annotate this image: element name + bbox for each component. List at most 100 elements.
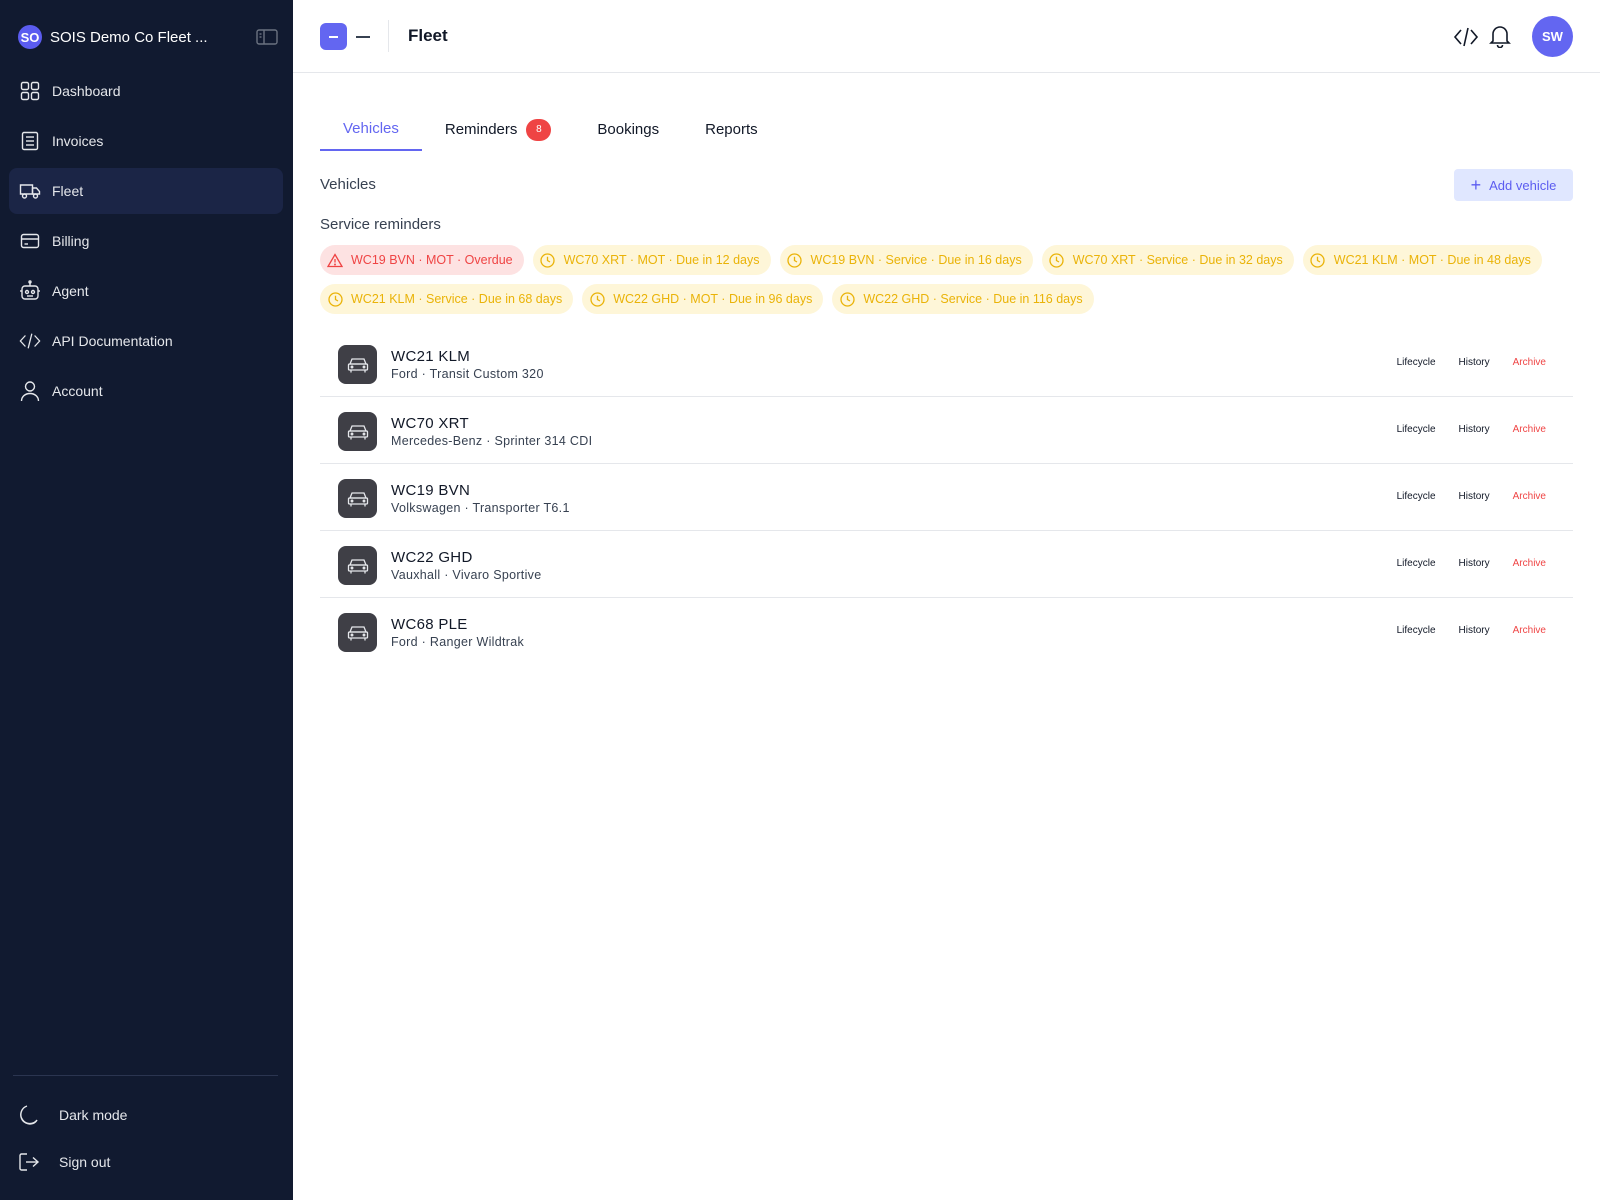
lifecycle-link[interactable]: Lifecycle — [1397, 625, 1436, 636]
reminder-chip[interactable]: WC19 BVN · MOT · Overdue — [320, 245, 524, 275]
tab-label: Reminders — [444, 121, 518, 138]
robot-icon — [19, 280, 41, 302]
clock-icon — [1049, 252, 1065, 268]
sidebar-item-account[interactable]: Account — [9, 368, 283, 414]
sidebar-nav: Dashboard Invoices Fleet Billing Agent A… — [9, 68, 283, 418]
vehicle-row[interactable]: WC22 GHD Vauxhall · Vivaro Sportive Life… — [320, 531, 1573, 598]
sign-out-label: Sign out — [59, 1154, 111, 1170]
car-icon — [338, 479, 377, 518]
lifecycle-link[interactable]: Lifecycle — [1397, 491, 1436, 502]
car-icon — [338, 546, 377, 585]
code-icon[interactable] — [1453, 25, 1479, 49]
sidebar-item-agent[interactable]: Agent — [9, 268, 283, 314]
user-icon — [19, 380, 41, 402]
history-link[interactable]: History — [1459, 558, 1490, 569]
tab-vehicles[interactable]: Vehicles — [320, 108, 422, 151]
minus-icon — [356, 36, 370, 38]
vehicle-row[interactable]: WC21 KLM Ford · Transit Custom 320 Lifec… — [320, 330, 1573, 397]
reminder-text: WC21 KLM · Service · Due in 68 days — [351, 292, 563, 306]
sidebar-item-label: Fleet — [52, 183, 84, 199]
sidebar-item-invoices[interactable]: Invoices — [9, 118, 283, 164]
reminder-text: WC70 XRT · Service · Due in 32 days — [1072, 253, 1283, 267]
avatar[interactable]: SW — [1532, 16, 1573, 57]
history-link[interactable]: History — [1459, 491, 1490, 502]
sidebar-item-label: Dashboard — [52, 83, 121, 99]
vehicle-model: Mercedes-Benz · Sprinter 314 CDI — [391, 434, 593, 448]
sidebar-item-billing[interactable]: Billing — [9, 218, 283, 264]
sidebar-item-label: API Documentation — [52, 333, 173, 349]
vehicles-heading: Vehicles — [320, 176, 376, 193]
tab-bar: Vehicles Reminders 8 Bookings Reports — [320, 108, 781, 151]
reminder-text: WC22 GHD · Service · Due in 116 days — [863, 292, 1083, 306]
vehicle-actions: Lifecycle History Archive — [1374, 625, 1546, 636]
lifecycle-link[interactable]: Lifecycle — [1397, 558, 1436, 569]
document-icon — [19, 130, 41, 152]
grid-icon — [19, 80, 41, 102]
vehicle-plate: WC19 BVN — [391, 482, 471, 499]
credit-card-icon — [19, 230, 41, 252]
bell-icon[interactable] — [1489, 24, 1511, 48]
moon-icon — [18, 1104, 40, 1126]
vehicle-model: Ford · Transit Custom 320 — [391, 367, 544, 381]
sidebar-item-fleet[interactable]: Fleet — [9, 168, 283, 214]
lifecycle-link[interactable]: Lifecycle — [1397, 424, 1436, 435]
history-link[interactable]: History — [1459, 424, 1490, 435]
vehicle-actions: Lifecycle History Archive — [1374, 491, 1546, 502]
archive-link[interactable]: Archive — [1513, 424, 1546, 435]
archive-link[interactable]: Archive — [1513, 558, 1546, 569]
clock-icon — [1310, 252, 1326, 268]
add-vehicle-label: Add vehicle — [1489, 177, 1557, 193]
reminder-chip[interactable]: WC22 GHD · Service · Due in 116 days — [832, 284, 1094, 314]
dark-mode-toggle[interactable]: Dark mode — [18, 1101, 127, 1129]
clock-icon — [327, 291, 343, 307]
vehicle-row[interactable]: WC19 BVN Volkswagen · Transporter T6.1 L… — [320, 464, 1573, 531]
vehicle-list: WC21 KLM Ford · Transit Custom 320 Lifec… — [320, 330, 1573, 665]
clock-icon — [540, 252, 556, 268]
page-title: Fleet — [408, 26, 448, 45]
history-link[interactable]: History — [1459, 625, 1490, 636]
sidebar-collapse-icon[interactable] — [256, 28, 278, 46]
truck-icon — [19, 180, 41, 202]
sidebar-item-label: Invoices — [52, 133, 104, 149]
sidebar-item-dashboard[interactable]: Dashboard — [9, 68, 283, 114]
plus-icon: + — [1470, 175, 1482, 195]
vehicle-model: Volkswagen · Transporter T6.1 — [391, 501, 570, 515]
reminder-chip[interactable]: WC21 KLM · MOT · Due in 48 days — [1302, 245, 1542, 275]
code-icon — [19, 330, 41, 352]
org-name: SOIS Demo Co Fleet ... — [50, 28, 208, 46]
reminder-chip[interactable]: WC22 GHD · MOT · Due in 96 days — [582, 284, 824, 314]
vehicle-plate: WC21 KLM — [391, 348, 471, 365]
archive-link[interactable]: Archive — [1513, 491, 1546, 502]
vehicle-actions: Lifecycle History Archive — [1374, 424, 1546, 435]
sidebar-item-label: Account — [52, 383, 103, 399]
tab-label: Reports — [705, 121, 758, 138]
lifecycle-link[interactable]: Lifecycle — [1397, 357, 1436, 368]
topbar: Fleet SW — [293, 0, 1600, 73]
reminder-chip[interactable]: WC70 XRT · MOT · Due in 12 days — [532, 245, 771, 275]
app-logo[interactable] — [320, 23, 347, 50]
sidebar-item-api-documentation[interactable]: API Documentation — [9, 318, 283, 364]
reminder-chip[interactable]: WC70 XRT · Service · Due in 32 days — [1041, 245, 1294, 275]
car-icon — [338, 345, 377, 384]
vehicle-row[interactable]: WC70 XRT Mercedes-Benz · Sprinter 314 CD… — [320, 397, 1573, 464]
archive-link[interactable]: Archive — [1513, 357, 1546, 368]
sign-out-icon — [18, 1151, 40, 1173]
clock-icon — [787, 252, 803, 268]
tab-reports[interactable]: Reports — [682, 108, 781, 151]
reminder-chip[interactable]: WC21 KLM · Service · Due in 68 days — [320, 284, 574, 314]
add-vehicle-button[interactable]: + Add vehicle — [1454, 169, 1573, 201]
reminders-count-badge: 8 — [526, 118, 552, 141]
org-switcher[interactable]: SO SOIS Demo Co Fleet ... — [18, 24, 278, 50]
sign-out-button[interactable]: Sign out — [18, 1148, 110, 1176]
vehicle-actions: Lifecycle History Archive — [1374, 558, 1546, 569]
tab-reminders[interactable]: Reminders 8 — [422, 108, 575, 151]
tab-bookings[interactable]: Bookings — [574, 108, 682, 151]
reminder-chip[interactable]: WC19 BVN · Service · Due in 16 days — [779, 245, 1033, 275]
car-icon — [338, 412, 377, 451]
archive-link[interactable]: Archive — [1513, 625, 1546, 636]
vehicle-row[interactable]: WC68 PLE Ford · Ranger Wildtrak Lifecycl… — [320, 598, 1573, 665]
history-link[interactable]: History — [1459, 357, 1490, 368]
tab-label: Vehicles — [343, 120, 399, 137]
service-reminders-heading: Service reminders — [320, 216, 441, 233]
sidebar: SO SOIS Demo Co Fleet ... Dashboard Invo… — [0, 0, 293, 1200]
